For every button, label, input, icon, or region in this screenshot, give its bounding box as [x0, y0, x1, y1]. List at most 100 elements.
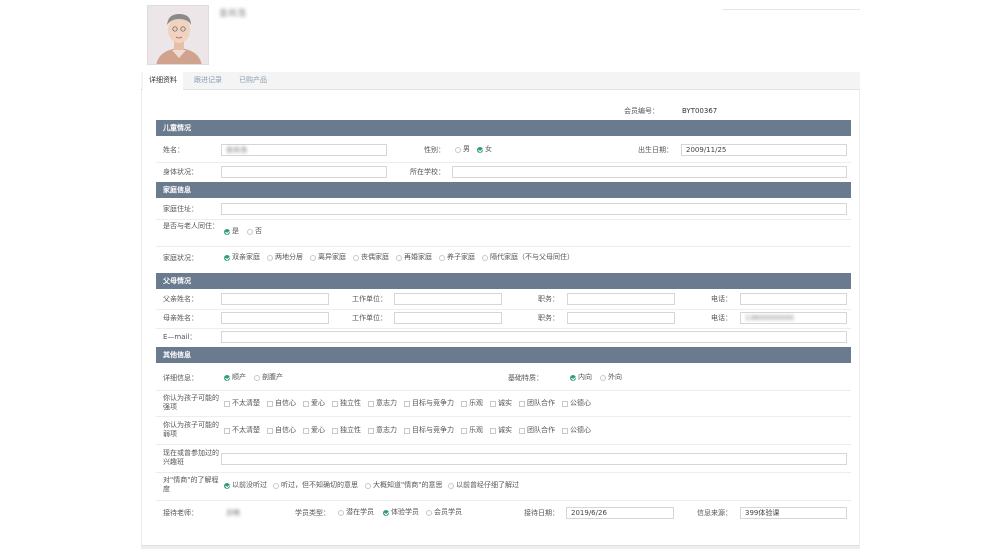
tab-details[interactable]: 详细资料	[143, 72, 183, 90]
student-type-potential[interactable]: 潜在学员	[338, 508, 374, 517]
top-divider	[722, 9, 860, 10]
section-parents: 父母情况	[156, 273, 851, 289]
birth-cesarean[interactable]: 剖腹产	[254, 373, 283, 382]
mother-work-label: 工作单位：	[352, 314, 387, 322]
strength-teamwork[interactable]: 团队合作	[519, 399, 555, 408]
father-phone-field[interactable]	[740, 293, 847, 305]
row-divider	[156, 390, 851, 391]
section-family: 家庭信息	[156, 182, 851, 198]
father-name-field[interactable]	[221, 293, 329, 305]
row-divider	[156, 416, 851, 417]
eq-studied[interactable]: 以前曾经仔细了解过	[448, 481, 519, 490]
row-divider	[156, 500, 851, 501]
row-divider	[156, 472, 851, 473]
student-type-trial[interactable]: 体验学员	[383, 508, 419, 517]
member-no-label: 会员编号：	[624, 107, 659, 115]
radio-icon	[353, 254, 359, 261]
checkbox-icon	[332, 400, 338, 407]
tab-purchased[interactable]: 已购产品	[233, 72, 273, 90]
row-divider	[156, 444, 851, 445]
mother-title-field[interactable]	[567, 312, 675, 324]
radio-checked-icon	[224, 374, 230, 381]
teacher-value: 苏畅	[226, 509, 240, 517]
weakness-independence[interactable]: 独立性	[332, 426, 361, 435]
status-remarried[interactable]: 再婚家庭	[396, 253, 432, 262]
weakness-teamwork[interactable]: 团队合作	[519, 426, 555, 435]
checkbox-icon	[224, 400, 230, 407]
status-grandparent[interactable]: 隔代家庭（不与父母同住）	[482, 253, 574, 262]
checkbox-icon	[461, 427, 467, 434]
strength-goals[interactable]: 目标与竞争力	[404, 399, 454, 408]
mother-phone-label: 电话：	[711, 314, 732, 322]
checkbox-icon	[404, 427, 410, 434]
strength-honesty[interactable]: 诚实	[490, 399, 512, 408]
checkbox-icon	[519, 400, 525, 407]
strength-independence[interactable]: 独立性	[332, 399, 361, 408]
radio-checked-icon	[570, 374, 576, 381]
eq-roughly-know[interactable]: 大概知道"情商"的意思	[365, 481, 442, 490]
temper-extrovert[interactable]: 外向	[600, 373, 622, 382]
teacher-label: 接待老师：	[163, 509, 198, 517]
birth-field[interactable]: 2009/11/25	[681, 144, 847, 156]
student-type-member[interactable]: 会员学员	[426, 508, 462, 517]
father-work-field[interactable]	[394, 293, 502, 305]
weakness-honesty[interactable]: 诚实	[490, 426, 512, 435]
radio-icon	[482, 254, 488, 261]
gender-label: 性别：	[424, 146, 445, 154]
radio-icon	[455, 146, 461, 153]
strength-willpower[interactable]: 意志力	[368, 399, 397, 408]
mother-phone-field[interactable]: 13800000000	[740, 312, 847, 324]
elder-yes[interactable]: 是	[224, 227, 239, 236]
checkbox-icon	[404, 400, 410, 407]
radio-icon	[273, 482, 279, 489]
birth-natural[interactable]: 顺产	[224, 373, 246, 382]
gender-female[interactable]: 女	[477, 145, 492, 154]
info-source-field[interactable]: 399体验课	[740, 507, 847, 519]
email-field[interactable]	[221, 331, 847, 343]
weakness-goals[interactable]: 目标与竞争力	[404, 426, 454, 435]
avatar	[147, 5, 209, 65]
temper-introvert[interactable]: 内向	[570, 373, 592, 382]
radio-icon	[396, 254, 402, 261]
mother-work-field[interactable]	[394, 312, 502, 324]
health-field[interactable]	[221, 166, 387, 178]
weakness-public-morals[interactable]: 公德心	[562, 426, 591, 435]
checkbox-icon	[562, 400, 568, 407]
father-title-field[interactable]	[567, 293, 675, 305]
eq-heard-unclear[interactable]: 听过，但不知确切的意思	[273, 481, 358, 490]
weakness-unknown[interactable]: 不太清楚	[224, 426, 260, 435]
tab-followup[interactable]: 跟进记录	[188, 72, 228, 90]
checkbox-icon	[368, 400, 374, 407]
reception-date-field[interactable]: 2019/6/26	[566, 507, 674, 519]
status-dual-parent[interactable]: 双亲家庭	[224, 253, 260, 262]
weaknesses-label: 你认为孩子可能的弱项	[163, 421, 219, 438]
school-field[interactable]	[452, 166, 847, 178]
father-name-label: 父亲姓名：	[163, 295, 198, 303]
strength-public-morals[interactable]: 公德心	[562, 399, 591, 408]
weakness-optimism[interactable]: 乐观	[461, 426, 483, 435]
strengths-label: 你认为孩子可能的强项	[163, 394, 219, 411]
gender-male[interactable]: 男	[455, 145, 470, 154]
mother-name-field[interactable]	[221, 312, 329, 324]
school-label: 所在学校：	[410, 168, 445, 176]
elder-no[interactable]: 否	[247, 227, 262, 236]
weakness-kindness[interactable]: 爱心	[303, 426, 325, 435]
radio-icon	[338, 509, 344, 516]
strength-optimism[interactable]: 乐观	[461, 399, 483, 408]
weakness-willpower[interactable]: 意志力	[368, 426, 397, 435]
status-divorced[interactable]: 离异家庭	[310, 253, 346, 262]
child-name-field[interactable]: 金尚浩	[221, 144, 387, 156]
status-adoptive[interactable]: 养子家庭	[439, 253, 475, 262]
strength-kindness[interactable]: 爱心	[303, 399, 325, 408]
status-widowed[interactable]: 丧偶家庭	[353, 253, 389, 262]
strength-unknown[interactable]: 不太清楚	[224, 399, 260, 408]
father-phone-label: 电话：	[711, 295, 732, 303]
eq-never-heard[interactable]: 以前没听过	[224, 481, 267, 490]
status-separated[interactable]: 两地分居	[267, 253, 303, 262]
address-field[interactable]	[221, 203, 847, 215]
checkbox-icon	[490, 427, 496, 434]
weakness-confidence[interactable]: 自信心	[267, 426, 296, 435]
strength-confidence[interactable]: 自信心	[267, 399, 296, 408]
elder-label: 是否与老人同住：	[163, 222, 219, 230]
interest-class-field[interactable]	[221, 453, 847, 465]
